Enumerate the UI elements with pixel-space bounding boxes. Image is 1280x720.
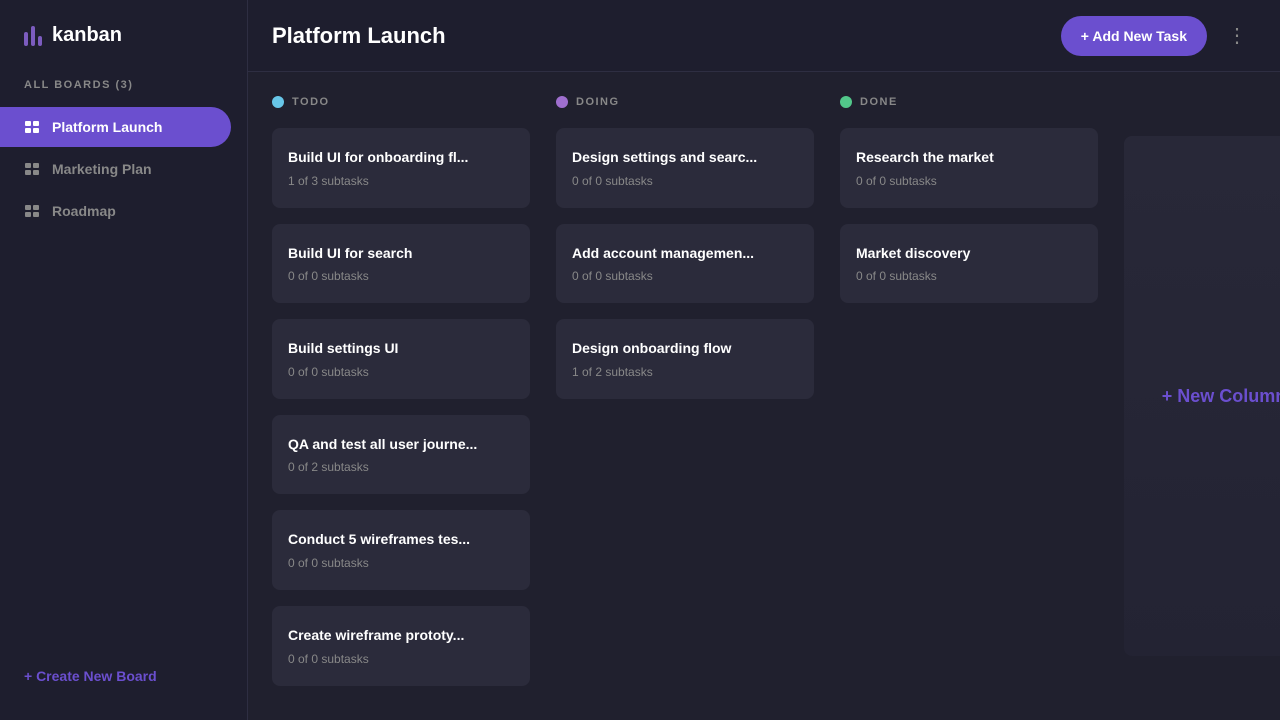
add-task-button[interactable]: + Add New Task (1061, 16, 1207, 56)
board-icon (24, 203, 40, 219)
column-todo: Todo Build UI for onboarding fl... 1 of … (272, 96, 532, 696)
sidebar: kanban All Boards (3) Platform Launch Ma… (0, 0, 248, 720)
column-title-done: Done (860, 96, 898, 108)
task-card[interactable]: Research the market 0 of 0 subtasks (840, 128, 1098, 208)
sidebar-nav: Platform Launch Marketing Plan Roadmap (0, 107, 247, 648)
cards-container-doing: Design settings and searc... 0 of 0 subt… (556, 128, 816, 399)
task-title: QA and test all user journe... (288, 435, 514, 455)
sidebar-item-label: Roadmap (52, 203, 116, 219)
task-title: Design onboarding flow (572, 339, 798, 359)
task-card[interactable]: Design settings and searc... 0 of 0 subt… (556, 128, 814, 208)
task-card[interactable]: Build settings UI 0 of 0 subtasks (272, 319, 530, 399)
column-header-doing: Doing (556, 96, 816, 108)
task-card[interactable]: Build UI for search 0 of 0 subtasks (272, 224, 530, 304)
task-card[interactable]: Add account managemen... 0 of 0 subtasks (556, 224, 814, 304)
task-card[interactable]: Build UI for onboarding fl... 1 of 3 sub… (272, 128, 530, 208)
task-title: Create wireframe prototy... (288, 626, 514, 646)
logo-area: kanban (0, 24, 247, 47)
board-icon (24, 161, 40, 177)
task-card[interactable]: QA and test all user journe... 0 of 2 su… (272, 415, 530, 495)
sidebar-item-label: Platform Launch (52, 119, 162, 135)
logo-icon (24, 26, 42, 46)
task-subtasks: 0 of 0 subtasks (288, 556, 514, 570)
logo-bar-3 (38, 36, 42, 46)
cards-container-done: Research the market 0 of 0 subtasks Mark… (840, 128, 1100, 303)
task-title: Add account managemen... (572, 244, 798, 264)
column-title-todo: Todo (292, 96, 330, 108)
task-subtasks: 0 of 0 subtasks (856, 269, 1082, 283)
all-boards-label: All Boards (3) (0, 79, 247, 91)
board-icon (24, 119, 40, 135)
task-subtasks: 0 of 2 subtasks (288, 460, 514, 474)
column-header-todo: Todo (272, 96, 532, 108)
task-subtasks: 0 of 0 subtasks (288, 269, 514, 283)
column-dot-todo (272, 96, 284, 108)
task-card[interactable]: Create wireframe prototy... 0 of 0 subta… (272, 606, 530, 686)
task-card[interactable]: Design onboarding flow 1 of 2 subtasks (556, 319, 814, 399)
sidebar-item-roadmap[interactable]: Roadmap (0, 191, 231, 231)
task-title: Build UI for search (288, 244, 514, 264)
new-column-area: + New Column (1124, 96, 1280, 696)
column-doing: Doing Design settings and searc... 0 of … (556, 96, 816, 696)
task-title: Design settings and searc... (572, 148, 798, 168)
logo-bar-2 (31, 26, 35, 46)
task-title: Conduct 5 wireframes tes... (288, 530, 514, 550)
task-title: Build settings UI (288, 339, 514, 359)
column-header-done: Done (840, 96, 1100, 108)
task-title: Build UI for onboarding fl... (288, 148, 514, 168)
task-subtasks: 0 of 0 subtasks (572, 269, 798, 283)
task-title: Market discovery (856, 244, 1082, 264)
cards-container-todo: Build UI for onboarding fl... 1 of 3 sub… (272, 128, 532, 696)
new-column-button[interactable]: + New Column (1124, 136, 1280, 656)
main-content: Platform Launch + Add New Task ⋮ Todo Bu… (248, 0, 1280, 720)
task-subtasks: 0 of 0 subtasks (288, 652, 514, 666)
sidebar-item-platform-launch[interactable]: Platform Launch (0, 107, 231, 147)
task-subtasks: 0 of 0 subtasks (572, 174, 798, 188)
task-subtasks: 0 of 0 subtasks (288, 365, 514, 379)
logo-bar-1 (24, 32, 28, 46)
task-subtasks: 1 of 3 subtasks (288, 174, 514, 188)
column-dot-done (840, 96, 852, 108)
create-board-button[interactable]: + Create New Board (0, 656, 247, 696)
task-subtasks: 1 of 2 subtasks (572, 365, 798, 379)
board-grid-icon (25, 163, 39, 175)
task-subtasks: 0 of 0 subtasks (856, 174, 1082, 188)
task-title: Research the market (856, 148, 1082, 168)
more-options-button[interactable]: ⋮ (1219, 19, 1256, 52)
task-card[interactable]: Conduct 5 wireframes tes... 0 of 0 subta… (272, 510, 530, 590)
header-actions: + Add New Task ⋮ (1061, 16, 1256, 56)
column-dot-doing (556, 96, 568, 108)
header: Platform Launch + Add New Task ⋮ (248, 0, 1280, 72)
app-name: kanban (52, 24, 122, 47)
column-done: Done Research the market 0 of 0 subtasks… (840, 96, 1100, 696)
task-card[interactable]: Market discovery 0 of 0 subtasks (840, 224, 1098, 304)
page-title: Platform Launch (272, 23, 446, 49)
board-grid-icon (25, 205, 39, 217)
column-title-doing: Doing (576, 96, 620, 108)
board-grid-icon (25, 121, 39, 133)
sidebar-item-label: Marketing Plan (52, 161, 152, 177)
sidebar-item-marketing-plan[interactable]: Marketing Plan (0, 149, 231, 189)
board-area: Todo Build UI for onboarding fl... 1 of … (248, 72, 1280, 720)
